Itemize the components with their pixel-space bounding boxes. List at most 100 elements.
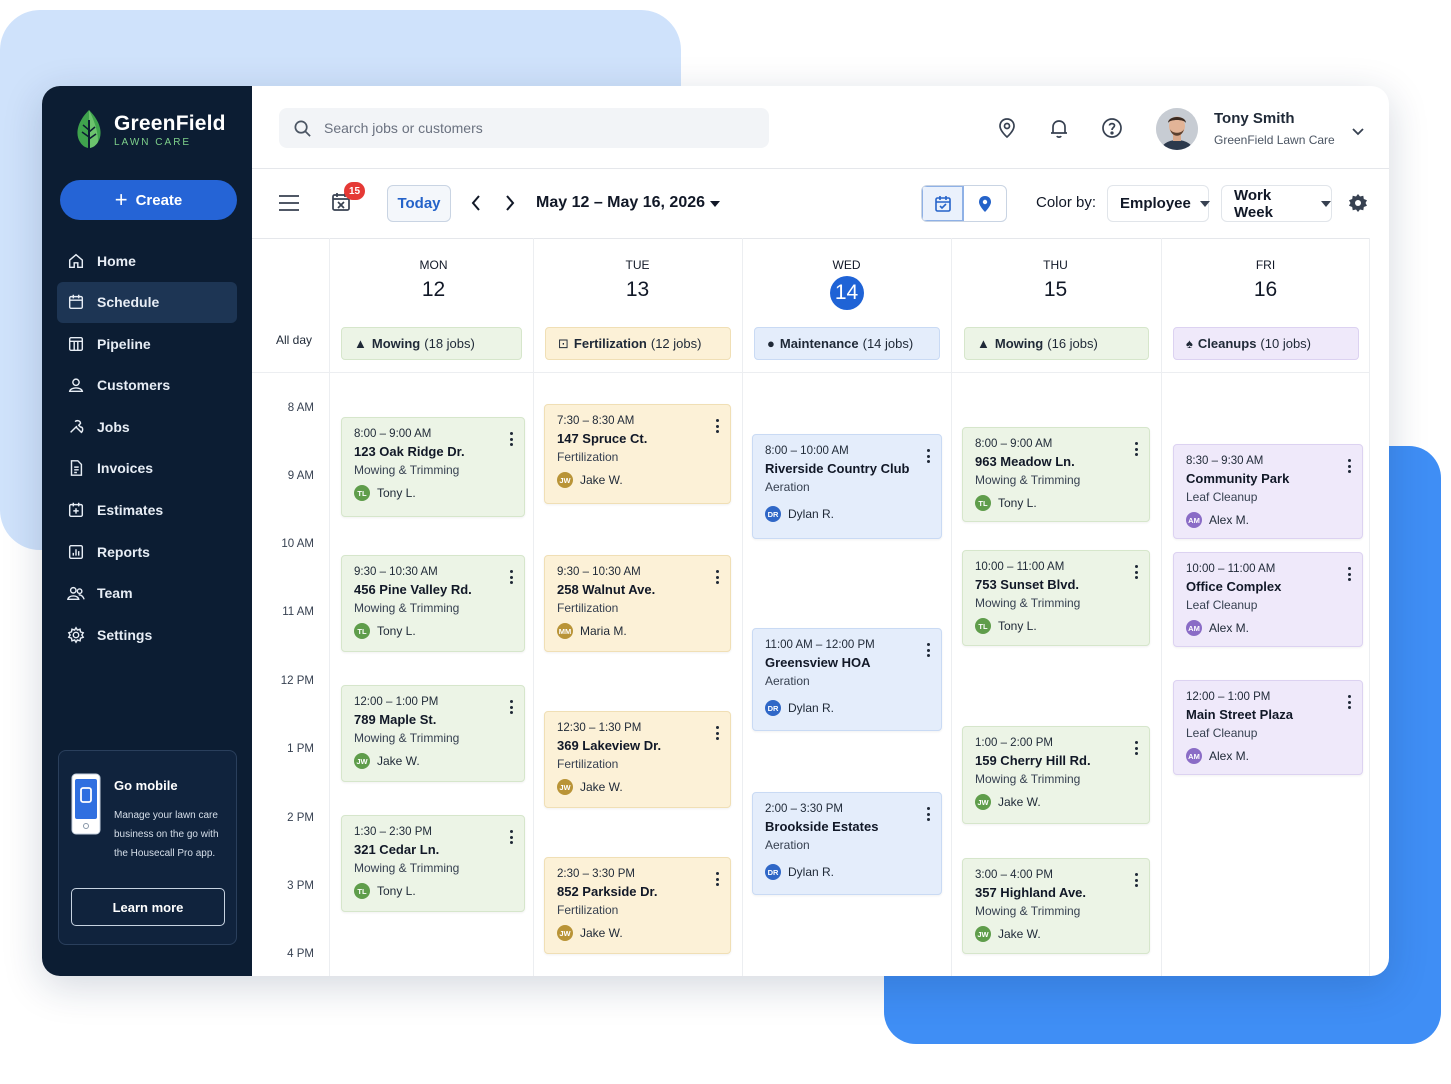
sidebar-item-schedule[interactable]: Schedule <box>57 281 237 323</box>
more-options-icon[interactable] <box>716 726 720 740</box>
sidebar-item-customers[interactable]: Customers <box>57 365 237 406</box>
gear-icon <box>67 626 85 644</box>
settings-gear-icon[interactable] <box>1348 193 1368 213</box>
event-service: Mowing & Trimming <box>354 731 460 745</box>
all-day-event-tue[interactable]: ⊡ Fertilization (12 jobs) <box>545 327 731 360</box>
more-options-icon[interactable] <box>716 570 720 584</box>
sidebar-item-team[interactable]: Team <box>57 573 237 614</box>
event-card[interactable]: 12:00 – 1:00 PM 789 Maple St. Mowing & T… <box>341 685 525 782</box>
more-options-icon[interactable] <box>716 419 720 433</box>
day-header-thu[interactable]: THU 15 <box>951 258 1160 302</box>
event-card[interactable]: 7:30 – 8:30 AM 147 Spruce Ct. Fertilizat… <box>544 404 731 504</box>
tech-name: Dylan R. <box>788 701 835 715</box>
event-card[interactable]: 10:00 – 11:00 AM 753 Sunset Blvd. Mowing… <box>962 550 1150 646</box>
more-options-icon[interactable] <box>1135 873 1139 887</box>
chevron-right-icon[interactable] <box>504 194 516 212</box>
event-card[interactable]: 8:00 – 9:00 AM 123 Oak Ridge Dr. Mowing … <box>341 417 525 517</box>
plus-icon: + <box>114 187 128 212</box>
sidebar-item-reports[interactable]: Reports <box>57 531 237 572</box>
color-by-select[interactable]: Employee <box>1107 185 1210 222</box>
brand-tagline: LAWN CARE <box>114 137 192 148</box>
sidebar-item-label: Pipeline <box>97 335 151 352</box>
calendar-view-button[interactable] <box>922 186 965 221</box>
more-options-icon[interactable] <box>927 449 931 463</box>
event-card[interactable]: 2:30 – 3:30 PM 852 Parkside Dr. Fertiliz… <box>544 857 731 954</box>
event-card[interactable]: 8:00 – 9:00 AM 963 Meadow Ln. Mowing & T… <box>962 427 1150 522</box>
more-options-icon[interactable] <box>510 432 514 446</box>
map-view-button[interactable] <box>964 186 1006 221</box>
event-service: Mowing & Trimming <box>975 904 1081 918</box>
more-options-icon[interactable] <box>1135 565 1139 579</box>
event-service: Mowing & Trimming <box>354 861 460 875</box>
event-card[interactable]: 12:00 – 1:00 PM Main Street Plaza Leaf C… <box>1173 680 1363 775</box>
today-button[interactable]: Today <box>387 185 451 222</box>
time-label: 9 AM <box>287 470 314 482</box>
more-options-icon[interactable] <box>510 830 514 844</box>
all-day-divider <box>252 372 1370 373</box>
event-card[interactable]: 1:30 – 2:30 PM 321 Cedar Ln. Mowing & Tr… <box>341 815 525 912</box>
day-header-mon[interactable]: MON 12 <box>329 258 538 302</box>
all-day-event-wed[interactable]: ● Maintenance (14 jobs) <box>754 327 940 360</box>
chevron-down-icon[interactable] <box>1352 128 1364 136</box>
day-header-tue[interactable]: TUE 13 <box>533 258 742 302</box>
event-time: 12:00 – 1:00 PM <box>354 696 439 708</box>
time-label: 1 PM <box>287 743 314 755</box>
all-day-event-fri[interactable]: ♠ Cleanups (10 jobs) <box>1173 327 1359 360</box>
brand-logo[interactable]: GreenField LAWN CARE <box>72 108 226 152</box>
search-input[interactable] <box>324 120 744 136</box>
go-mobile-description: Manage your lawn care business on the go… <box>114 810 219 859</box>
all-day-category: Fertilization <box>573 336 647 351</box>
event-card[interactable]: 2:00 – 3:30 PM Brookside Estates Aeratio… <box>752 792 942 895</box>
learn-more-button[interactable]: Learn more <box>71 888 225 926</box>
day-header-wed[interactable]: WED 14 <box>742 258 951 310</box>
sidebar-item-estimates[interactable]: Estimates <box>57 490 237 531</box>
more-options-icon[interactable] <box>510 570 514 584</box>
all-day-event-thu[interactable]: ▲ Mowing (16 jobs) <box>964 327 1149 360</box>
sidebar-item-settings[interactable]: Settings <box>57 614 237 655</box>
event-card[interactable]: 8:00 – 10:00 AM Riverside Country Club A… <box>752 434 942 539</box>
view-range-select[interactable]: Work Week <box>1221 185 1332 222</box>
tech-avatar: JW <box>557 925 573 941</box>
event-card[interactable]: 8:30 – 9:30 AM Community Park Leaf Clean… <box>1173 444 1363 539</box>
hamburger-menu-icon[interactable] <box>278 194 300 212</box>
event-card[interactable]: 10:00 – 11:00 AM Office Complex Leaf Cle… <box>1173 552 1363 647</box>
more-options-icon[interactable] <box>1135 741 1139 755</box>
more-options-icon[interactable] <box>927 807 931 821</box>
event-card[interactable]: 9:30 – 10:30 AM 258 Walnut Ave. Fertiliz… <box>544 555 731 652</box>
sidebar-item-invoices[interactable]: Invoices <box>57 448 237 489</box>
event-card[interactable]: 3:00 – 4:00 PM 357 Highland Ave. Mowing … <box>962 858 1150 954</box>
color-by-label: Color by: <box>1036 194 1097 211</box>
avatar[interactable] <box>1156 108 1198 150</box>
chevron-left-icon[interactable] <box>470 194 482 212</box>
more-options-icon[interactable] <box>1135 442 1139 456</box>
tech-name: Maria M. <box>580 624 627 638</box>
more-options-icon[interactable] <box>1348 695 1352 709</box>
event-address: 963 Meadow Ln. <box>975 454 1075 469</box>
sidebar-item-pipeline[interactable]: Pipeline <box>57 323 237 364</box>
create-button[interactable]: + Create <box>60 180 237 220</box>
more-options-icon[interactable] <box>927 643 931 657</box>
event-card[interactable]: 12:30 – 1:30 PM 369 Lakeview Dr. Fertili… <box>544 711 731 808</box>
more-options-icon[interactable] <box>716 872 720 886</box>
more-options-icon[interactable] <box>510 700 514 714</box>
event-card[interactable]: 1:00 – 2:00 PM 159 Cherry Hill Rd. Mowin… <box>962 726 1150 824</box>
user-name: Tony Smith <box>1214 110 1295 127</box>
date-range-picker[interactable]: May 12 – May 16, 2026 <box>536 194 705 212</box>
bell-icon[interactable] <box>1048 117 1070 139</box>
help-icon[interactable] <box>1101 117 1123 139</box>
more-options-icon[interactable] <box>1348 567 1352 581</box>
sidebar-item-label: Invoices <box>97 460 154 477</box>
tech-name: Jake W. <box>998 795 1041 809</box>
day-header-fri[interactable]: FRI 16 <box>1161 258 1370 302</box>
event-service: Fertilization <box>557 757 619 771</box>
event-card[interactable]: 9:30 – 10:30 AM 456 Pine Valley Rd. Mowi… <box>341 555 525 652</box>
more-options-icon[interactable] <box>1348 459 1352 473</box>
map-pin-icon[interactable] <box>996 117 1018 139</box>
caret-down-icon[interactable] <box>710 201 720 207</box>
sidebar-item-home[interactable]: Home <box>57 240 237 281</box>
all-day-event-mon[interactable]: ▲ Mowing (18 jobs) <box>341 327 522 360</box>
event-card[interactable]: 11:00 AM – 12:00 PM Greensview HOA Aerat… <box>752 628 942 731</box>
search-bar[interactable] <box>279 108 769 148</box>
sidebar-item-jobs[interactable]: Jobs <box>57 406 237 447</box>
day-number: 13 <box>625 278 650 301</box>
